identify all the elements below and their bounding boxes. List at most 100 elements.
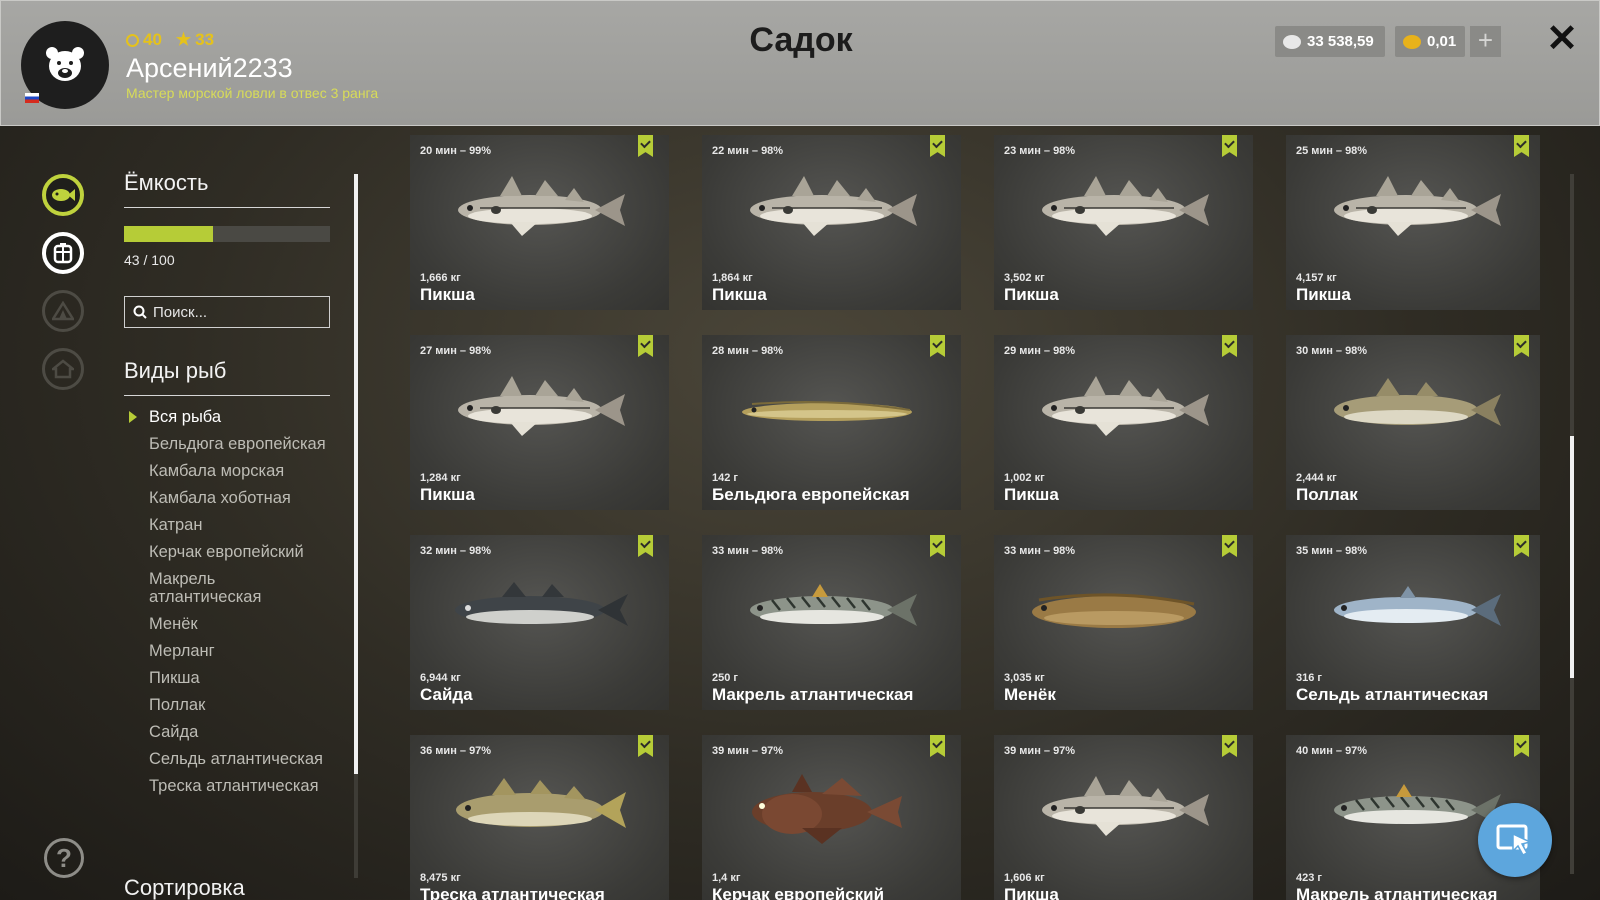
fish-card[interactable]: 22 мин – 98% 1,864 кг Пикша xyxy=(702,135,961,310)
species-item[interactable]: Камбала морская xyxy=(124,462,330,480)
bookmark-icon[interactable] xyxy=(930,135,945,157)
haddock-fish-icon xyxy=(1042,776,1209,836)
sidebar-scrollbar[interactable] xyxy=(354,174,358,774)
fish-card[interactable]: 28 мин – 98% 142 г Бельдюга европейская xyxy=(702,335,961,510)
sculpin-fish-icon xyxy=(752,774,902,844)
fish-card[interactable]: 20 мин – 99% 1,666 кг Пикша xyxy=(410,135,669,310)
species-item[interactable]: Катран xyxy=(124,516,330,534)
keepnet-tab-button[interactable] xyxy=(42,232,84,274)
fish-catch-time: 27 мин – 98% xyxy=(420,345,492,357)
fish-card[interactable]: 27 мин – 98% 1,284 кг Пикша xyxy=(410,335,669,510)
sort-heading: Сортировка xyxy=(124,875,245,900)
capacity-bar xyxy=(124,226,330,242)
fish-card[interactable]: 35 мин – 98% 316 г Сельдь атлантическая xyxy=(1286,535,1540,710)
silver-balance: 33 538,59 xyxy=(1275,26,1385,57)
filter-sidebar: Ёмкость 43 / 100 Виды рыб Вся рыба Бельдю… xyxy=(124,170,330,804)
fish-catch-time: 40 мин – 97% xyxy=(1296,745,1368,757)
cod-fish-icon xyxy=(456,778,626,828)
fish-name: Макрель атлантическая xyxy=(1296,885,1498,900)
fish-catch-time: 23 мин – 98% xyxy=(1004,145,1076,157)
fish-card[interactable]: 33 мин – 98% 250 г Макрель атлантическая xyxy=(702,535,961,710)
species-item[interactable]: Сайда xyxy=(124,723,330,741)
species-item[interactable]: Вся рыба xyxy=(124,408,330,426)
species-item[interactable]: Треска атлантическая xyxy=(124,777,330,795)
fish-card[interactable]: 30 мин – 98% 2,444 кг Поллак xyxy=(1286,335,1540,510)
fish-card[interactable]: 39 мин – 97% 1,606 кг Пикша xyxy=(994,735,1253,900)
keepnet-icon xyxy=(53,243,73,264)
camp-tab-button[interactable] xyxy=(42,290,84,332)
bookmark-icon[interactable] xyxy=(638,335,653,357)
fish-weight: 4,157 кг xyxy=(1296,272,1337,284)
haddock-fish-icon xyxy=(458,376,625,436)
fish-card[interactable]: 33 мин – 98% 3,035 кг Менёк xyxy=(994,535,1253,710)
species-item[interactable]: Менёк xyxy=(124,615,330,633)
bookmark-icon[interactable] xyxy=(1222,135,1237,157)
species-list: Вся рыба Бельдюга европейская Камбала морс… xyxy=(124,408,330,795)
bookmark-icon[interactable] xyxy=(1222,735,1237,757)
country-flag-icon xyxy=(25,93,39,103)
bookmark-icon[interactable] xyxy=(1222,335,1237,357)
search-input[interactable] xyxy=(153,303,323,321)
fish-card[interactable]: 25 мин – 98% 4,157 кг Пикша xyxy=(1286,135,1540,310)
gold-coins-icon xyxy=(1403,34,1421,49)
close-button[interactable]: ✕ xyxy=(1544,20,1580,58)
search-box[interactable] xyxy=(124,296,330,328)
bookmark-icon[interactable] xyxy=(1514,535,1529,557)
bookmark-icon[interactable] xyxy=(930,535,945,557)
fish-catch-time: 29 мин – 98% xyxy=(1004,345,1076,357)
header-bar: 40 ★ 33 Арсений2233 Мастер морской ловли… xyxy=(0,0,1600,126)
capacity-fill xyxy=(124,226,213,242)
fish-card[interactable]: 29 мин – 98% 1,002 кг Пикша xyxy=(994,335,1253,510)
bookmark-icon[interactable] xyxy=(638,135,653,157)
haddock-fish-icon xyxy=(750,176,917,236)
bookmark-icon[interactable] xyxy=(1222,535,1237,557)
species-item[interactable]: Камбала хоботная xyxy=(124,489,330,507)
player-rank-title: Мастер морской ловли в отвес 3 ранга xyxy=(126,85,379,101)
fish-catch-time: 25 мин – 98% xyxy=(1296,145,1368,157)
fish-name: Пикша xyxy=(1296,285,1351,304)
species-item[interactable]: Поллак xyxy=(124,696,330,714)
species-item[interactable]: Пикша xyxy=(124,669,330,687)
cursor-icon xyxy=(1496,824,1533,856)
fish-catch-time: 33 мин – 98% xyxy=(712,545,784,557)
fish-grid: 20 мин – 99% 1,666 кг Пикша 22 мин – 98% 1,8… xyxy=(410,135,1540,900)
fish-name: Пикша xyxy=(712,285,767,304)
bookmark-icon[interactable] xyxy=(1514,335,1529,357)
fish-name: Сайда xyxy=(420,685,473,704)
fish-weight: 142 г xyxy=(712,472,738,484)
bookmark-icon[interactable] xyxy=(638,735,653,757)
bookmark-icon[interactable] xyxy=(638,535,653,557)
tent-icon xyxy=(52,301,74,321)
bookmark-icon[interactable] xyxy=(1514,135,1529,157)
species-item[interactable]: Макрель атлантическая xyxy=(124,570,330,606)
fish-name: Треска атлантическая xyxy=(420,885,605,900)
fish-catch-time: 20 мин – 99% xyxy=(420,145,492,157)
fish-name: Пикша xyxy=(1004,885,1059,900)
bookmark-icon[interactable] xyxy=(930,335,945,357)
species-item[interactable]: Бельдюга европейская xyxy=(124,435,330,453)
fish-weight: 2,444 кг xyxy=(1296,472,1337,484)
fish-card[interactable]: 23 мин – 98% 3,502 кг Пикша xyxy=(994,135,1253,310)
assist-button[interactable] xyxy=(1478,803,1552,877)
fish-tab-button[interactable] xyxy=(42,174,84,216)
fish-catch-time: 22 мин – 98% xyxy=(712,145,784,157)
species-item[interactable]: Керчак европейский xyxy=(124,543,330,561)
species-item[interactable]: Мерланг xyxy=(124,642,330,660)
fish-card[interactable]: 32 мин – 98% 6,944 кг Сайда xyxy=(410,535,669,710)
bookmark-icon[interactable] xyxy=(1514,735,1529,757)
sidebar-scroll-track[interactable] xyxy=(354,774,358,878)
help-icon[interactable]: ? xyxy=(44,838,84,878)
bookmark-icon[interactable] xyxy=(930,735,945,757)
fish-name: Макрель атлантическая xyxy=(712,685,914,704)
home-icon xyxy=(52,359,74,379)
fish-card[interactable]: 39 мин – 97% 1,4 кг Керчак европейский xyxy=(702,735,961,900)
fish-card[interactable]: 36 мин – 97% 8,475 кг Треска атлантическая xyxy=(410,735,669,900)
herring-fish-icon xyxy=(1334,586,1501,626)
capacity-heading: Ёмкость xyxy=(124,170,330,208)
species-item[interactable]: Сельдь атлантическая xyxy=(124,750,330,768)
add-currency-button[interactable]: + xyxy=(1470,26,1501,57)
home-tab-button[interactable] xyxy=(42,348,84,390)
fish-weight: 1,864 кг xyxy=(712,272,753,284)
gold-balance: 0,01 xyxy=(1395,26,1465,57)
grid-scrollbar[interactable] xyxy=(1570,436,1574,678)
